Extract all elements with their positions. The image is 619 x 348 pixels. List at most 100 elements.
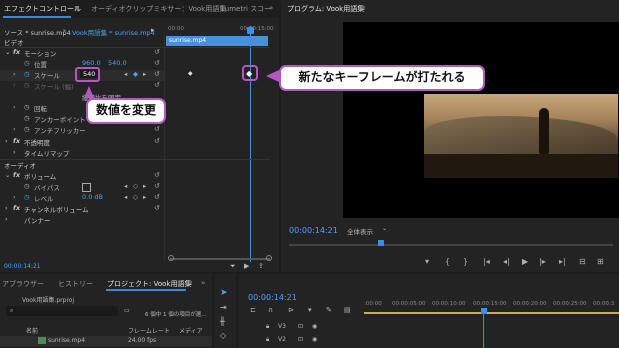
stopwatch-icon[interactable]: ◷ xyxy=(24,59,30,67)
effect-channel-volume[interactable]: › fx チャンネルボリューム xyxy=(0,204,164,215)
filter-icon[interactable]: ⏷ xyxy=(230,262,236,271)
sequence-clip-label[interactable]: Vook用語集 * sunrise.mp4 xyxy=(72,27,155,37)
program-menu-icon[interactable]: ≡ xyxy=(360,4,366,12)
column-framerate[interactable]: フレームレート xyxy=(128,326,170,335)
stopwatch-icon[interactable]: ◷ xyxy=(24,125,30,133)
project-overflow-icon[interactable]: » xyxy=(201,279,205,287)
prev-keyframe-icon[interactable]: ◂ xyxy=(124,193,127,201)
extract-icon[interactable]: ⊞ xyxy=(597,257,604,266)
stopwatch-active-icon[interactable]: ◷ xyxy=(24,70,30,78)
reset-icon[interactable]: ↺ xyxy=(154,193,160,201)
fx-icon[interactable]: fx xyxy=(13,137,20,145)
effect-panner[interactable]: › パンナー xyxy=(0,215,164,226)
prev-keyframe-icon[interactable]: ◂ xyxy=(124,70,127,78)
bypass-checkbox[interactable] xyxy=(82,183,91,192)
ripple-edit-tool-icon[interactable]: ╫ xyxy=(220,317,225,326)
stopwatch-icon[interactable]: ◷ xyxy=(24,182,30,190)
captions-icon[interactable]: ▤ xyxy=(344,306,351,314)
collapse-arrow-icon[interactable]: ⌄ xyxy=(5,48,10,56)
reset-icon[interactable]: ↺ xyxy=(154,59,160,67)
program-scrub-bar[interactable] xyxy=(289,244,613,246)
play-only-audio-icon[interactable]: ▸ xyxy=(151,26,155,34)
stopwatch-active-icon[interactable]: ◷ xyxy=(24,193,30,201)
effect-motion[interactable]: ⌄ fx モーション xyxy=(0,48,164,59)
effect-controls-timecode[interactable]: 00:00:14:21 xyxy=(4,263,41,270)
program-timecode[interactable]: 00:00:14:21 xyxy=(289,226,338,235)
program-monitor-title[interactable]: プログラム: Vook用語集 xyxy=(287,4,364,14)
play-icon[interactable]: ▶ xyxy=(244,262,249,270)
zoom-level-select[interactable]: 全体表示 xyxy=(347,226,373,236)
playhead-handle[interactable] xyxy=(247,27,254,34)
lock-icon[interactable]: 🔒︎ xyxy=(266,323,269,331)
expand-arrow-icon[interactable]: › xyxy=(13,70,16,78)
expand-arrow-icon[interactable]: › xyxy=(13,193,16,201)
reset-icon[interactable]: ↺ xyxy=(154,48,160,56)
add-marker-icon[interactable]: ⊳ xyxy=(288,306,294,314)
selection-tool-icon[interactable]: ➤ xyxy=(220,288,228,298)
reset-icon[interactable]: ↺ xyxy=(154,204,160,212)
stopwatch-icon[interactable]: ◷ xyxy=(24,81,30,89)
expand-arrow-icon[interactable]: › xyxy=(13,103,16,111)
add-marker-icon[interactable]: ▾ xyxy=(425,257,429,266)
reset-icon[interactable]: ↺ xyxy=(154,70,160,78)
next-keyframe-icon[interactable]: ▸ xyxy=(143,70,146,78)
effect-opacity[interactable]: › fx 不透明度 xyxy=(0,137,164,148)
expand-arrow-icon[interactable]: › xyxy=(13,148,16,156)
effect-volume[interactable]: ⌄ fx ボリューム xyxy=(0,171,164,182)
prev-keyframe-icon[interactable]: ◂ xyxy=(124,182,127,190)
next-keyframe-icon[interactable]: ▸ xyxy=(143,193,146,201)
zoom-dropdown-icon[interactable]: ⌄ xyxy=(382,225,387,232)
expand-arrow-icon[interactable]: › xyxy=(13,125,16,133)
fx-icon[interactable]: fx xyxy=(13,204,20,212)
add-keyframe-icon[interactable]: ◇ xyxy=(133,182,138,190)
tab-history[interactable]: ヒストリー xyxy=(58,279,93,289)
tab-audio-clip-mixer[interactable]: オーディオクリップミキサー：Vook用語集 xyxy=(91,4,226,14)
eye-icon[interactable]: ◉ xyxy=(312,336,317,343)
next-keyframe-icon[interactable]: ▸ xyxy=(143,182,146,190)
column-name[interactable]: 名前 xyxy=(26,326,38,335)
add-keyframe-icon[interactable]: ◆ xyxy=(133,70,138,78)
expand-arrow-icon[interactable]: › xyxy=(5,215,8,223)
tab-lumetri-scopes[interactable]: Lumetri スコー xyxy=(221,4,271,14)
mark-in-icon[interactable]: { xyxy=(445,257,450,266)
source-clip-selector[interactable]: ソース * sunrise.mp4 xyxy=(4,27,71,37)
scroll-handle-left[interactable] xyxy=(168,255,174,261)
export-icon[interactable]: ⇪ xyxy=(258,262,264,270)
sync-lock-icon[interactable]: ⊡ xyxy=(298,336,303,343)
expand-arrow-icon[interactable]: › xyxy=(13,81,16,89)
work-area-bar[interactable] xyxy=(364,312,619,314)
project-menu-icon[interactable]: ≡ xyxy=(187,279,193,287)
go-to-out-icon[interactable]: ▸| xyxy=(559,257,566,266)
step-forward-icon[interactable]: |▸ xyxy=(539,257,546,266)
go-to-in-icon[interactable]: |◂ xyxy=(483,257,490,266)
lock-icon[interactable]: 🔒︎ xyxy=(266,336,269,344)
sync-lock-icon[interactable]: ⊡ xyxy=(298,323,303,330)
step-back-icon[interactable]: ◂| xyxy=(503,257,510,266)
razor-tool-icon[interactable]: ◇ xyxy=(220,331,226,340)
stopwatch-icon[interactable]: ◷ xyxy=(24,103,30,111)
linked-selection-icon[interactable]: ∩ xyxy=(268,306,273,314)
position-y-value[interactable]: 540.0 xyxy=(108,59,127,67)
project-search-input[interactable] xyxy=(6,306,118,316)
reset-icon[interactable]: ↺ xyxy=(154,182,160,190)
bin-icon[interactable]: ▭ xyxy=(124,307,130,314)
effect-time-remap[interactable]: › タイムリマップ xyxy=(0,148,164,159)
fx-icon[interactable]: fx xyxy=(13,48,20,56)
fx-icon[interactable]: fx xyxy=(13,171,20,179)
reset-icon[interactable]: ↺ xyxy=(154,137,160,145)
panel-overflow-icon[interactable]: » xyxy=(269,4,273,12)
lift-icon[interactable]: ⊟ xyxy=(579,257,586,266)
reset-icon[interactable]: ↺ xyxy=(154,125,160,133)
column-media[interactable]: メディア xyxy=(179,326,203,335)
settings-wrench-icon[interactable]: ✎ xyxy=(326,306,332,314)
tab-menu-icon[interactable]: ≡ xyxy=(74,4,80,12)
reset-icon[interactable]: ↺ xyxy=(154,171,160,179)
position-x-value[interactable]: 960.0 xyxy=(82,59,101,67)
play-button-icon[interactable]: ▶ xyxy=(522,257,528,266)
level-value[interactable]: 0.0 dB xyxy=(82,193,103,201)
expand-arrow-icon[interactable]: › xyxy=(5,204,8,212)
mark-out-icon[interactable]: } xyxy=(463,257,468,266)
mini-timeline-scrollbar[interactable] xyxy=(170,258,270,260)
reset-icon[interactable]: ↺ xyxy=(154,81,160,89)
program-playhead[interactable] xyxy=(378,240,384,246)
